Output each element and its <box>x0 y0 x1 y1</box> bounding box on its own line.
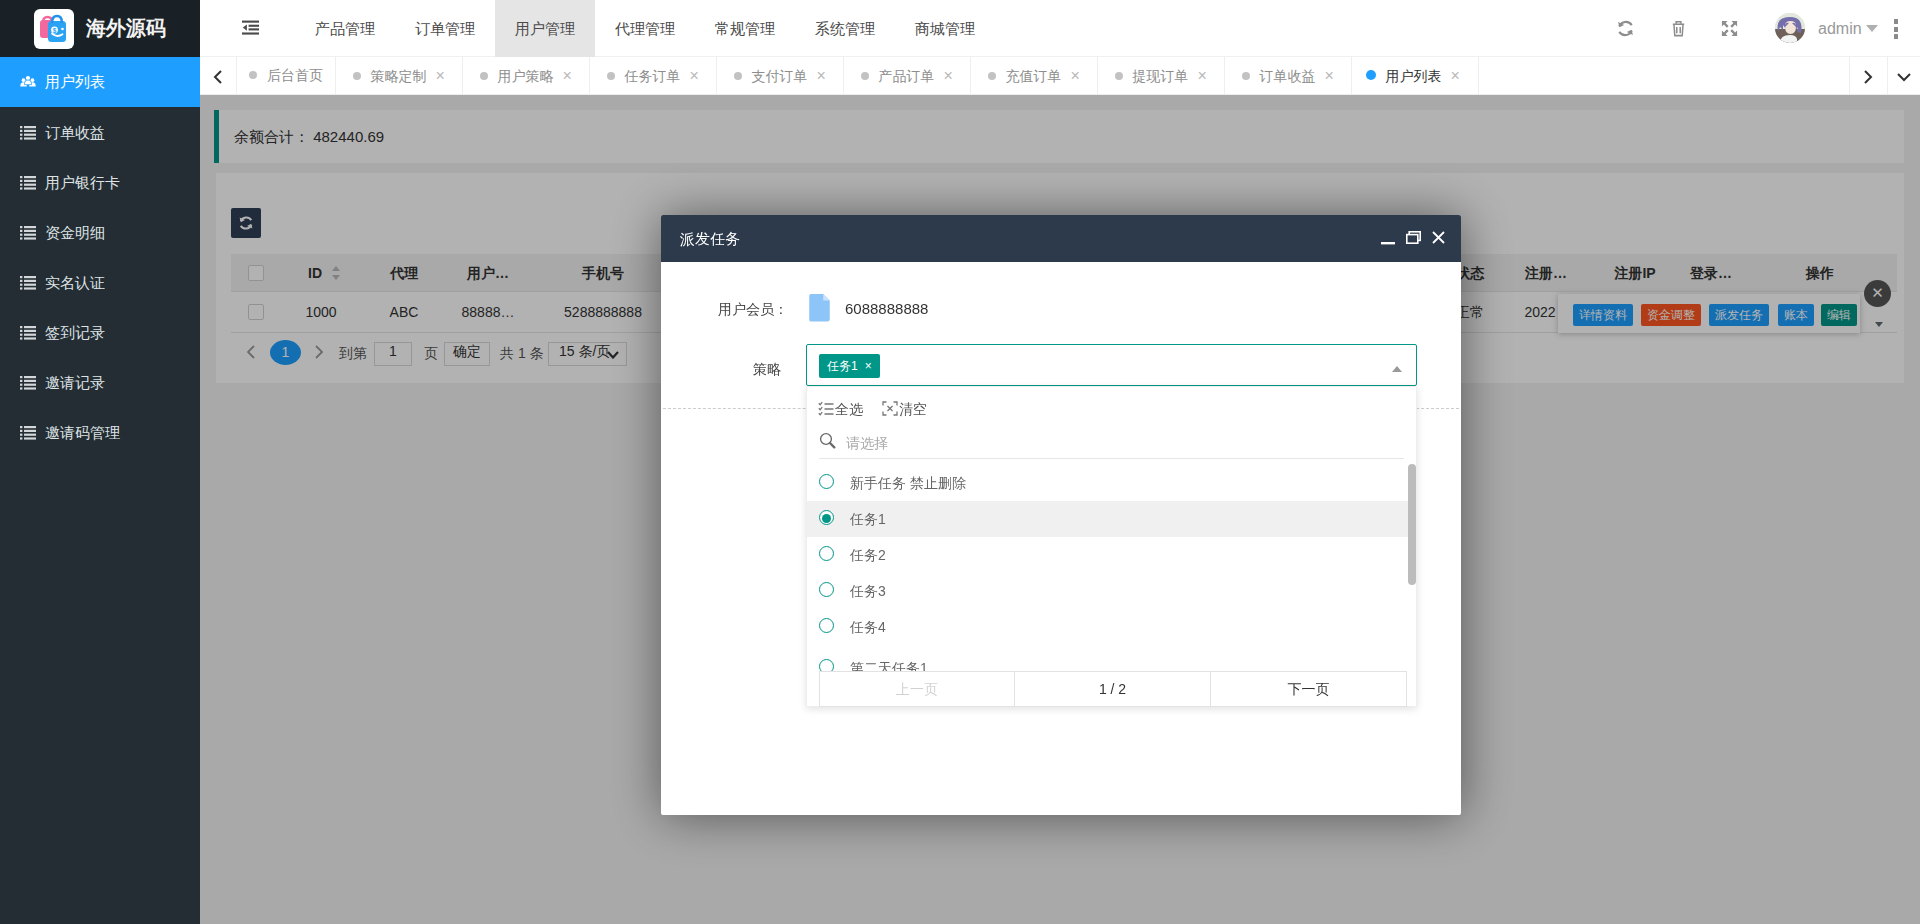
svg-text:$: $ <box>53 27 57 35</box>
